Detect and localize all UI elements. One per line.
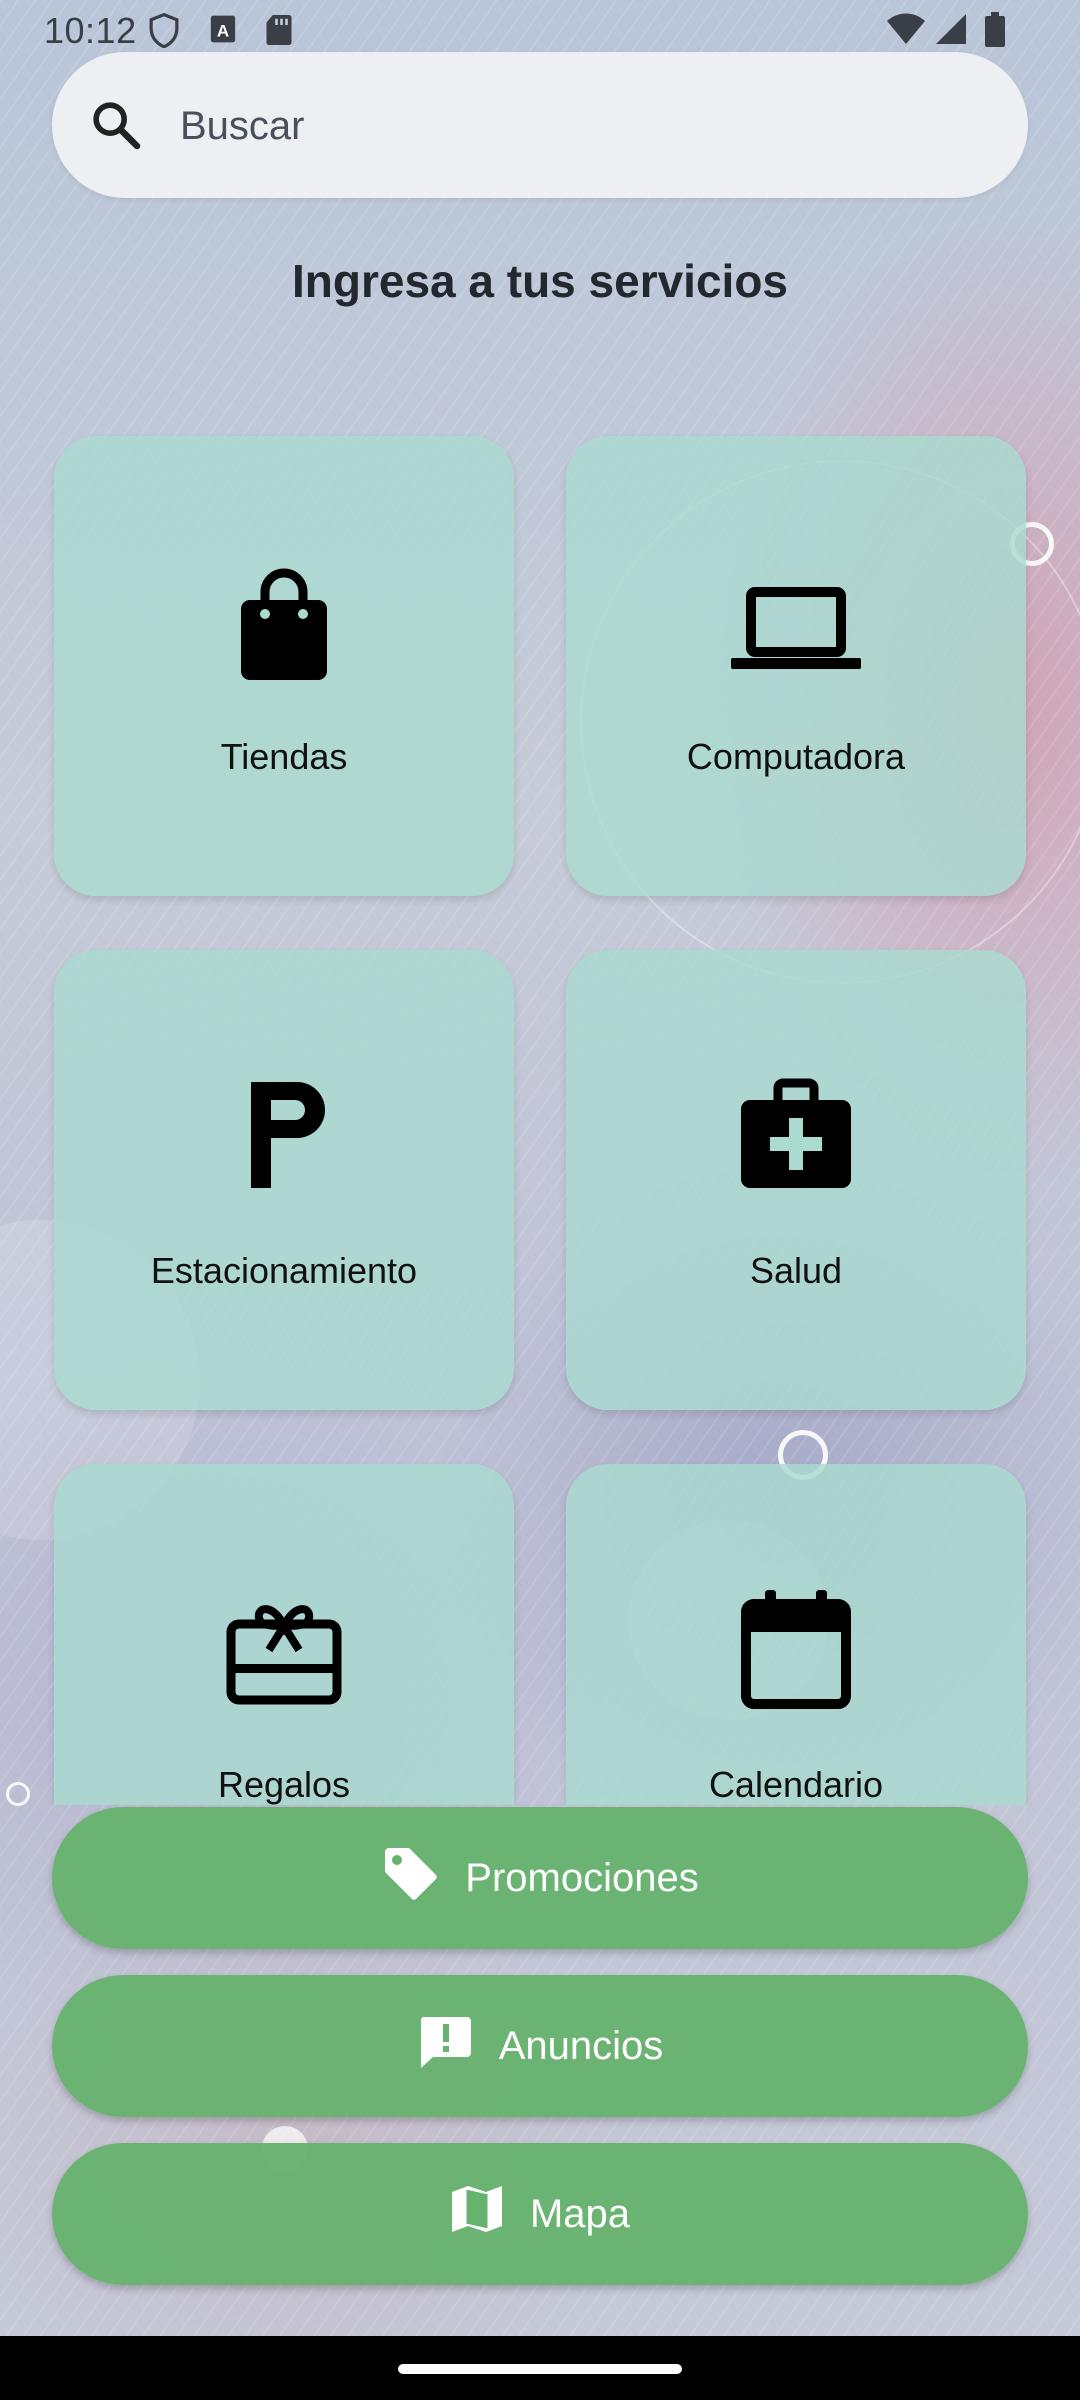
- shopping-bag-icon: [219, 556, 349, 686]
- mapa-button[interactable]: Mapa: [52, 2143, 1028, 2285]
- service-label: Estacionamiento: [150, 1250, 418, 1291]
- service-tile-salud[interactable]: Salud: [566, 950, 1026, 1410]
- search-input[interactable]: [178, 90, 962, 162]
- services-grid: Tiendas Computadora Estacionamiento Salu…: [0, 420, 1080, 1805]
- search-bar[interactable]: [52, 52, 1028, 198]
- laptop-icon: [731, 556, 861, 686]
- service-tile-computadora[interactable]: Computadora: [566, 436, 1026, 896]
- service-label: Salud: [749, 1250, 843, 1291]
- calendar-icon: [731, 1584, 861, 1714]
- search-icon: [88, 97, 144, 158]
- service-label: Tiendas: [220, 736, 348, 777]
- sd-card-icon: [264, 12, 294, 53]
- shield-icon: [148, 12, 180, 53]
- home-gesture-handle[interactable]: [398, 2364, 682, 2374]
- tag-icon: [381, 1844, 439, 1912]
- service-tile-regalos[interactable]: Regalos: [54, 1464, 514, 1805]
- service-label: Computadora: [686, 736, 906, 777]
- map-icon: [450, 2182, 504, 2246]
- promociones-label: Promociones: [465, 1855, 699, 1900]
- service-label: Regalos: [217, 1764, 351, 1805]
- promociones-button[interactable]: Promociones: [52, 1807, 1028, 1949]
- anuncios-label: Anuncios: [498, 2023, 664, 2068]
- anuncios-button[interactable]: Anuncios: [52, 1975, 1028, 2117]
- battery-icon: [984, 12, 1006, 53]
- announcement-icon: [417, 2013, 473, 2079]
- text-a-icon: A: [208, 12, 238, 51]
- service-tile-tiendas[interactable]: Tiendas: [54, 436, 514, 896]
- status-time: 10:12: [44, 10, 137, 51]
- wifi-icon: [886, 12, 926, 51]
- gift-card-icon: [219, 1584, 349, 1714]
- service-label: Calendario: [708, 1764, 884, 1805]
- mapa-label: Mapa: [529, 2191, 631, 2236]
- signal-icon: [934, 12, 968, 51]
- page-title: Ingresa a tus servicios: [291, 255, 789, 307]
- medical-bag-icon: [731, 1070, 861, 1200]
- service-tile-estacionamiento[interactable]: Estacionamiento: [54, 950, 514, 1410]
- service-tile-calendario[interactable]: Calendario: [566, 1464, 1026, 1805]
- svg-text:A: A: [217, 21, 229, 40]
- parking-icon: [219, 1070, 349, 1200]
